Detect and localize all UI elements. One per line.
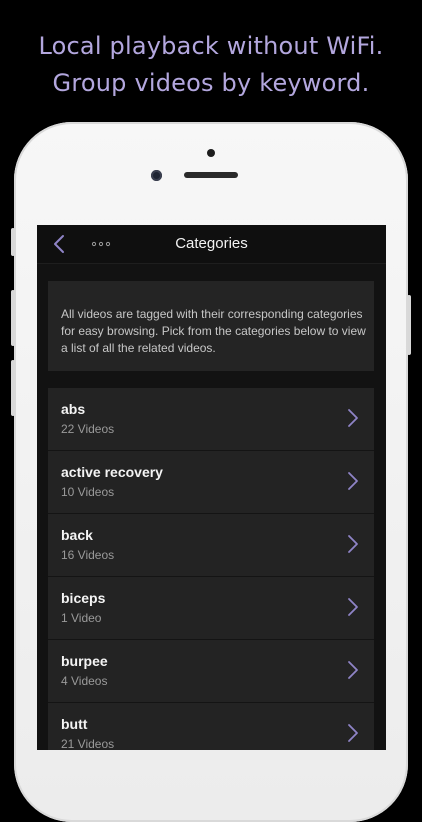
category-name: active recovery [61, 464, 163, 480]
headline-line-2: Group videos by keyword. [52, 69, 370, 97]
front-camera [151, 170, 162, 181]
chevron-right-icon [348, 598, 358, 616]
headline-line-1: Local playback without WiFi. [38, 32, 384, 60]
info-card: All videos are tagged with their corresp… [48, 281, 374, 371]
category-name: butt [61, 716, 88, 732]
navigation-bar: Categories [37, 225, 386, 264]
earpiece-speaker [184, 172, 238, 178]
proximity-sensor [207, 149, 215, 157]
category-row[interactable]: abs 22 Videos [48, 388, 374, 451]
category-name: biceps [61, 590, 106, 606]
category-video-count: 10 Videos [61, 485, 115, 499]
category-video-count: 21 Videos [61, 737, 115, 750]
chevron-right-icon [348, 472, 358, 490]
category-video-count: 16 Videos [61, 548, 115, 562]
chevron-right-icon [348, 661, 358, 679]
category-row[interactable]: biceps 1 Video [48, 577, 374, 640]
category-video-count: 22 Videos [61, 422, 115, 436]
category-video-count: 1 Video [61, 611, 102, 625]
category-video-count: 4 Videos [61, 674, 108, 688]
promo-headline: Local playback without WiFi. Group video… [0, 28, 422, 102]
category-row[interactable]: burpee 4 Videos [48, 640, 374, 703]
chevron-right-icon [348, 409, 358, 427]
category-row[interactable]: active recovery 10 Videos [48, 451, 374, 514]
category-row[interactable]: butt 21 Videos [48, 703, 374, 750]
info-description: All videos are tagged with their corresp… [61, 307, 366, 355]
app-screen: Categories All videos are tagged with th… [37, 225, 386, 750]
category-name: back [61, 527, 93, 543]
chevron-right-icon [348, 535, 358, 553]
category-name: burpee [61, 653, 108, 669]
chevron-right-icon [348, 724, 358, 742]
category-row[interactable]: back 16 Videos [48, 514, 374, 577]
category-list: abs 22 Videos active recovery 10 Videos back… [48, 388, 374, 750]
category-name: abs [61, 401, 86, 417]
page-title: Categories [175, 235, 248, 252]
